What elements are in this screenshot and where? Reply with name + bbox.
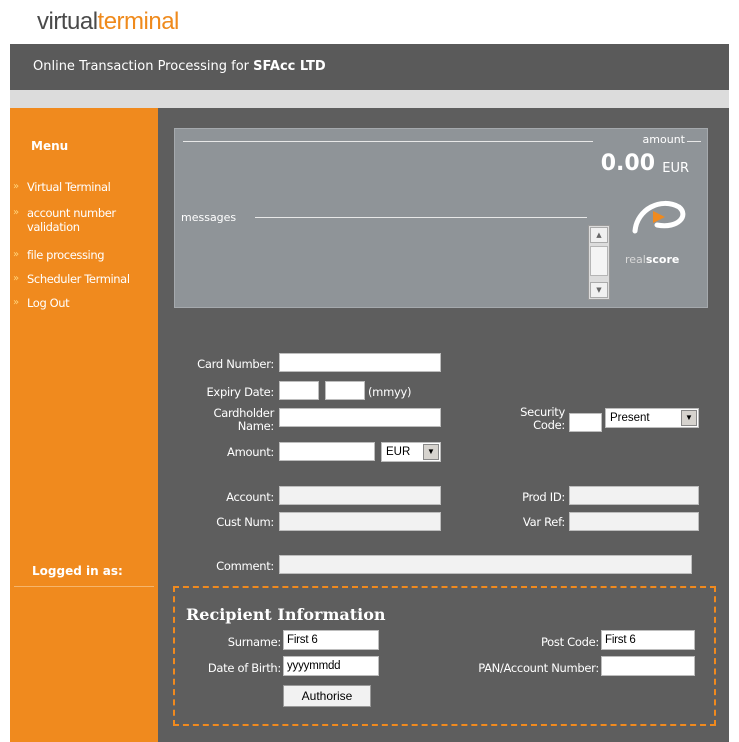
security-code-select-value: Present	[610, 412, 650, 424]
sidebar-item-label: Scheduler Terminal	[27, 272, 130, 286]
sidebar-item-label: file processing	[27, 248, 105, 262]
sidebar-item-scheduler-terminal[interactable]: » Scheduler Terminal	[10, 272, 154, 286]
sidebar: Menu » Virtual Terminal » account number…	[10, 108, 158, 742]
bullet-icon: »	[13, 181, 19, 192]
amount-label: amount	[643, 133, 685, 146]
cardholder-name-label: Cardholder Name:	[213, 406, 274, 433]
post-code-input[interactable]: First 6	[601, 630, 695, 650]
expiry-date-label: Expiry Date:	[206, 385, 274, 399]
sidebar-item-label: Virtual Terminal	[27, 180, 111, 194]
account-label: Account:	[226, 490, 274, 504]
company-name: SFAcc LTD	[253, 59, 326, 74]
expiry-month-input[interactable]	[279, 381, 319, 400]
realscore-text: realscore	[625, 253, 679, 266]
messages-label: messages	[181, 211, 237, 224]
recipient-information-section: Recipient Information Surname: First 6 P…	[173, 586, 716, 726]
amount-field-label: Amount:	[227, 445, 274, 459]
sidebar-item-file-processing[interactable]: » file processing	[10, 248, 154, 262]
card-number-label: Card Number:	[197, 357, 274, 371]
amount-input[interactable]	[279, 442, 375, 461]
sidebar-item-account-number-validation[interactable]: » account number validation	[10, 206, 154, 234]
prod-id-input[interactable]	[569, 486, 699, 505]
chevron-down-icon: ▼	[681, 410, 697, 426]
var-ref-input[interactable]	[569, 512, 699, 531]
divider	[183, 141, 593, 142]
surname-label: Surname:	[227, 635, 282, 649]
comment-input[interactable]	[279, 555, 692, 574]
divider	[255, 217, 587, 218]
sidebar-item-log-out[interactable]: » Log Out	[10, 296, 154, 310]
menu-title: Menu	[31, 139, 69, 153]
scroll-down-icon[interactable]: ▼	[590, 282, 608, 298]
pan-account-number-label: PAN/Account Number:	[478, 661, 599, 675]
surname-input[interactable]: First 6	[283, 630, 379, 650]
currency-select[interactable]: EUR ▼	[381, 442, 441, 462]
logo-text-virtual: virtual	[37, 8, 98, 35]
sidebar-item-label: account number validation	[27, 206, 116, 234]
bullet-icon: »	[13, 249, 19, 260]
realscore-logo-icon	[632, 200, 686, 234]
page-title: Online Transaction Processing for SFAcc …	[33, 59, 326, 74]
amount-value: 0.00	[600, 151, 655, 176]
realscore-text-real: real	[625, 253, 646, 266]
realscore-text-score: score	[645, 253, 680, 266]
cust-num-input[interactable]	[279, 512, 441, 531]
account-input[interactable]	[279, 486, 441, 505]
scroll-thumb[interactable]	[590, 246, 608, 276]
amount-currency: EUR	[662, 161, 689, 176]
divider	[687, 141, 701, 142]
date-of-birth-label: Date of Birth:	[207, 661, 281, 675]
title-bar: Online Transaction Processing for SFAcc …	[10, 44, 729, 90]
sidebar-item-virtual-terminal[interactable]: » Virtual Terminal	[10, 180, 154, 194]
main-content: amount 0.00 EUR messages ▲ ▼ realscore C…	[158, 108, 729, 742]
expiry-hint: (mmyy)	[368, 385, 412, 399]
expiry-year-input[interactable]	[325, 381, 365, 400]
scroll-up-icon[interactable]: ▲	[590, 227, 608, 243]
security-code-input[interactable]	[569, 413, 602, 432]
bullet-icon: »	[13, 273, 19, 284]
divider	[14, 586, 154, 587]
date-of-birth-input[interactable]: yyyymmdd	[283, 656, 379, 676]
prod-id-label: Prod ID:	[522, 490, 565, 504]
recipient-information-title: Recipient Information	[186, 605, 386, 624]
amount-label-text: amount	[642, 133, 685, 146]
header-strip	[10, 90, 729, 108]
status-panel: amount 0.00 EUR messages ▲ ▼ realscore	[174, 128, 708, 308]
post-code-label: Post Code:	[540, 635, 599, 649]
security-code-select[interactable]: Present ▼	[605, 408, 699, 428]
var-ref-label: Var Ref:	[522, 515, 565, 529]
pan-account-number-input[interactable]	[601, 656, 695, 676]
chevron-down-icon: ▼	[423, 444, 439, 460]
sidebar-item-label: Log Out	[27, 296, 70, 310]
card-number-input[interactable]	[279, 353, 441, 372]
security-code-label: Security Code:	[520, 405, 565, 432]
bullet-icon: »	[13, 297, 19, 308]
bullet-icon: »	[13, 207, 19, 218]
cust-num-label: Cust Num:	[216, 515, 274, 529]
logged-in-label: Logged in as:	[32, 564, 123, 578]
currency-select-value: EUR	[386, 446, 411, 458]
messages-scrollbar[interactable]: ▲ ▼	[588, 225, 610, 300]
comment-label: Comment:	[216, 559, 274, 573]
logo-text-terminal: terminal	[97, 8, 180, 35]
authorise-button[interactable]: Authorise	[283, 685, 371, 707]
virtualterminal-logo: virtualterminal	[37, 8, 179, 36]
cardholder-name-input[interactable]	[279, 408, 441, 427]
page-title-prefix: Online Transaction Processing for	[33, 59, 254, 74]
